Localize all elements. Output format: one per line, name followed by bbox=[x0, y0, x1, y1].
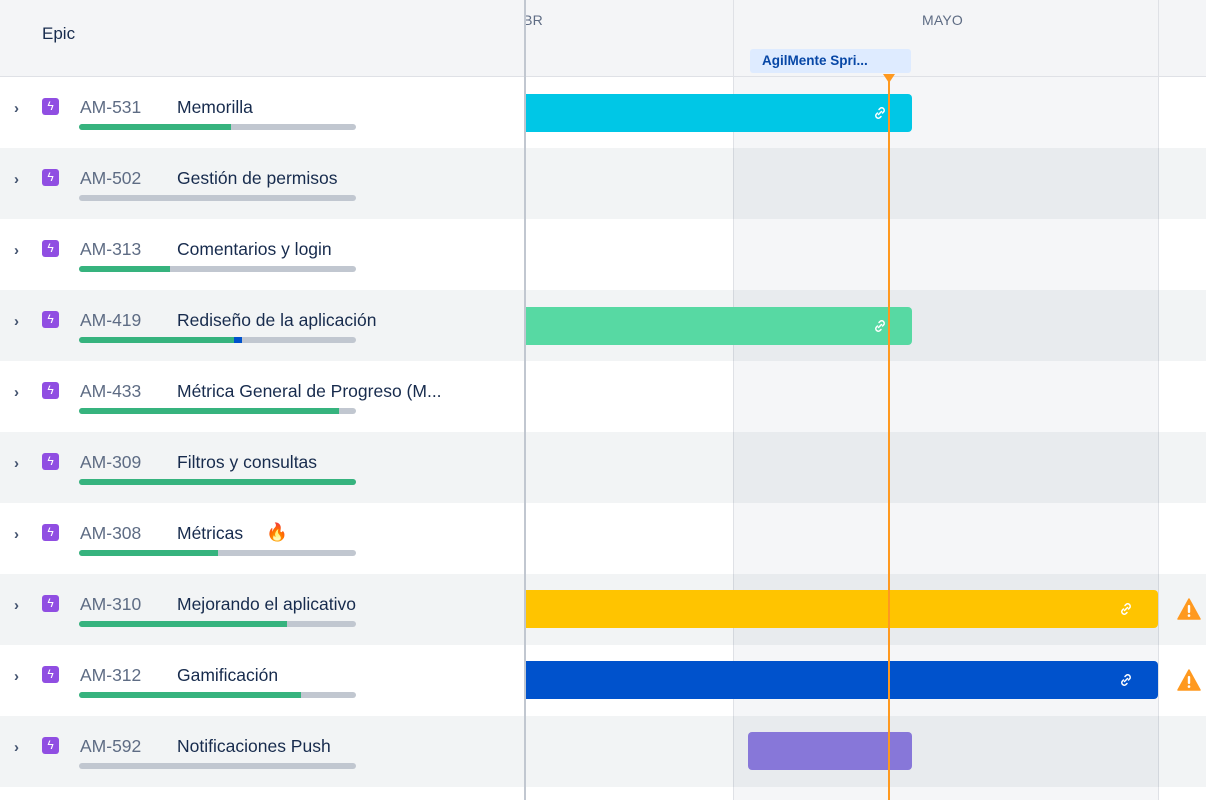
epic-row[interactable]: › ϟ AM-419 Rediseño de la aplicación bbox=[0, 290, 1206, 361]
month-label: ABR bbox=[525, 12, 543, 28]
chevron-right-icon[interactable]: › bbox=[14, 172, 28, 188]
progress-done bbox=[79, 124, 232, 130]
epic-row[interactable]: › ϟ AM-312 Gamificación bbox=[0, 645, 1206, 716]
progress-bar bbox=[79, 195, 356, 201]
link-icon bbox=[875, 107, 885, 119]
epic-row[interactable]: › ϟ AM-313 Comentarios y login bbox=[0, 219, 1206, 290]
issue-summary[interactable]: Gestión de permisos bbox=[177, 168, 338, 189]
timeline-header: Epic ABR MAYO AgilMente Spri... bbox=[0, 0, 1206, 77]
link-icon bbox=[1121, 603, 1131, 615]
chevron-right-icon[interactable]: › bbox=[14, 243, 28, 259]
progress-bar bbox=[79, 124, 356, 130]
epic-row[interactable]: › ϟ AM-502 Gestión de permisos bbox=[0, 148, 1206, 219]
progress-bar bbox=[79, 763, 356, 769]
chevron-right-icon[interactable]: › bbox=[14, 385, 28, 401]
epic-column-header: Epic bbox=[42, 24, 76, 43]
month-gridline bbox=[1158, 0, 1159, 77]
issue-summary[interactable]: Gamificación bbox=[177, 665, 278, 686]
issue-key[interactable]: AM-309 bbox=[80, 452, 141, 473]
progress-bar bbox=[79, 337, 356, 343]
issue-key[interactable]: AM-419 bbox=[80, 310, 141, 331]
epic-row[interactable]: › ϟ AM-433 Métrica General de Progreso (… bbox=[0, 361, 1206, 432]
issue-summary[interactable]: Filtros y consultas bbox=[177, 452, 317, 473]
progress-done bbox=[79, 266, 171, 272]
sprint-badge[interactable]: AgilMente Spri... bbox=[750, 49, 911, 73]
warning-triangle-icon[interactable] bbox=[1177, 669, 1201, 691]
progress-done bbox=[79, 621, 287, 627]
chevron-right-icon[interactable]: › bbox=[14, 740, 28, 756]
epic-row[interactable]: › ϟ AM-310 Mejorando el aplicativo bbox=[0, 574, 1206, 645]
issue-key[interactable]: AM-433 bbox=[80, 381, 141, 402]
timeline-bar[interactable] bbox=[526, 590, 1158, 628]
chevron-right-icon[interactable]: › bbox=[14, 598, 28, 614]
progress-done bbox=[79, 550, 218, 556]
epic-row[interactable]: › ϟ AM-592 Notificaciones Push bbox=[0, 716, 1206, 787]
today-marker bbox=[883, 74, 895, 83]
issue-summary[interactable]: Mejorando el aplicativo bbox=[177, 594, 356, 615]
progress-done bbox=[79, 479, 356, 485]
issue-key[interactable]: AM-531 bbox=[80, 97, 141, 118]
progress-in-progress bbox=[234, 337, 243, 343]
lightning-bolt-icon: ϟ bbox=[42, 453, 59, 470]
lightning-bolt-icon: ϟ bbox=[42, 98, 59, 115]
issue-summary[interactable]: Notificaciones Push bbox=[177, 736, 331, 757]
lightning-bolt-icon: ϟ bbox=[42, 382, 59, 399]
issue-key[interactable]: AM-310 bbox=[80, 594, 141, 615]
chevron-right-icon[interactable]: › bbox=[14, 527, 28, 543]
issue-key[interactable]: AM-308 bbox=[80, 523, 141, 544]
timeline-bar[interactable] bbox=[526, 307, 912, 345]
progress-bar bbox=[79, 692, 356, 698]
chevron-right-icon[interactable]: › bbox=[14, 314, 28, 330]
progress-done bbox=[79, 692, 301, 698]
progress-done bbox=[79, 337, 235, 343]
warning-triangle-icon[interactable] bbox=[1177, 598, 1201, 620]
lightning-bolt-icon: ϟ bbox=[42, 666, 59, 683]
lightning-bolt-icon: ϟ bbox=[42, 595, 59, 612]
month-label: MAYO bbox=[922, 12, 963, 28]
issue-summary[interactable]: Comentarios y login bbox=[177, 239, 332, 260]
chevron-right-icon[interactable]: › bbox=[14, 456, 28, 472]
issue-summary[interactable]: Rediseño de la aplicación bbox=[177, 310, 376, 331]
lightning-bolt-icon: ϟ bbox=[42, 240, 59, 257]
lightning-bolt-icon: ϟ bbox=[42, 169, 59, 186]
link-icon bbox=[1121, 674, 1131, 686]
issue-key[interactable]: AM-592 bbox=[80, 736, 141, 757]
progress-bar bbox=[79, 408, 356, 414]
month-gridline bbox=[733, 0, 734, 77]
lightning-bolt-icon: ϟ bbox=[42, 737, 59, 754]
epic-row[interactable]: › ϟ AM-308 Métricas 🔥 bbox=[0, 503, 1206, 574]
timeline-bar[interactable] bbox=[526, 94, 912, 132]
issue-key[interactable]: AM-313 bbox=[80, 239, 141, 260]
progress-bar bbox=[79, 550, 356, 556]
epic-row[interactable]: › ϟ AM-531 Memorilla bbox=[0, 77, 1206, 148]
progress-bar bbox=[79, 266, 356, 272]
panel-divider[interactable] bbox=[524, 0, 526, 800]
issue-key[interactable]: AM-502 bbox=[80, 168, 141, 189]
issue-summary[interactable]: Métrica General de Progreso (M... bbox=[177, 381, 442, 402]
progress-bar bbox=[79, 621, 356, 627]
today-line bbox=[888, 74, 890, 800]
chevron-right-icon[interactable]: › bbox=[14, 669, 28, 685]
epic-row[interactable]: › ϟ AM-309 Filtros y consultas bbox=[0, 432, 1206, 503]
lightning-bolt-icon: ϟ bbox=[42, 311, 59, 328]
progress-bar bbox=[79, 479, 356, 485]
lightning-bolt-icon: ϟ bbox=[42, 524, 59, 541]
issue-summary[interactable]: Memorilla bbox=[177, 97, 253, 118]
issue-key[interactable]: AM-312 bbox=[80, 665, 141, 686]
issue-summary[interactable]: Métricas bbox=[177, 523, 243, 544]
fire-emoji-icon: 🔥 bbox=[266, 522, 288, 542]
chevron-right-icon[interactable]: › bbox=[14, 101, 28, 117]
link-icon bbox=[875, 320, 885, 332]
progress-done bbox=[79, 408, 340, 414]
timeline-bar[interactable] bbox=[526, 661, 1158, 699]
